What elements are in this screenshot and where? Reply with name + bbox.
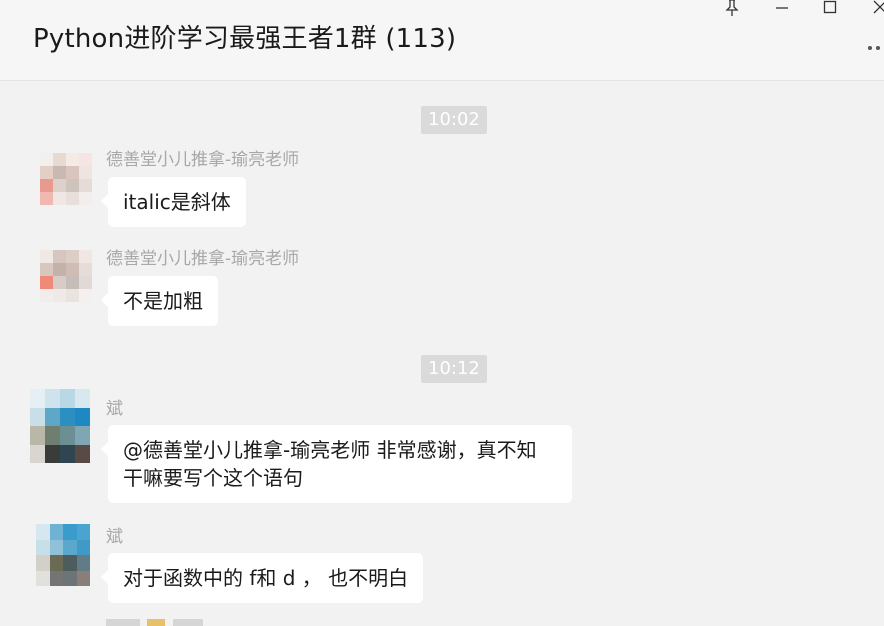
avatar[interactable]	[30, 389, 90, 463]
message-bubble[interactable]: @德善堂小儿推拿-瑜亮老师 非常感谢，真不知 干嘛要写个这个语句	[101, 425, 572, 503]
message-text: 不是加粗	[123, 289, 203, 313]
timestamp-badge: 10:12	[421, 355, 487, 383]
maximize-icon[interactable]	[818, 0, 842, 18]
message-bubble[interactable]: italic是斜体	[101, 177, 246, 227]
pin-icon[interactable]	[720, 0, 744, 18]
sender-name: 德善堂小儿推拿-瑜亮老师	[106, 150, 300, 170]
close-icon[interactable]	[868, 0, 884, 18]
sender-name: 斌	[106, 527, 123, 547]
timestamp-badge: 10:02	[421, 106, 487, 134]
message-bubble[interactable]: 对于函数中的 f和 d ， 也不明白	[100, 553, 424, 603]
message-text-line: @德善堂小儿推拿-瑜亮老师 非常感谢，真不知	[123, 438, 537, 462]
chat-window: Python进阶学习最强王者1群 (113) 10:02 德善堂小儿推拿-瑜亮老…	[0, 0, 884, 626]
avatar[interactable]	[40, 250, 92, 302]
title-bar: Python进阶学习最强王者1群 (113)	[0, 0, 884, 81]
chat-title: Python进阶学习最强王者1群 (113)	[33, 24, 457, 54]
cat-emoji-icon	[147, 619, 166, 626]
sender-name: 斌	[106, 399, 123, 419]
avatar[interactable]	[36, 524, 90, 586]
minimize-icon[interactable]	[770, 0, 794, 18]
message-text: italic是斜体	[123, 190, 231, 214]
next-sender-partial	[106, 619, 203, 626]
more-icon[interactable]	[864, 40, 884, 54]
message-text: 对于函数中的 f和 d ， 也不明白	[123, 566, 409, 590]
sender-name: 德善堂小儿推拿-瑜亮老师	[106, 249, 300, 269]
avatar[interactable]	[40, 153, 92, 205]
message-text-line: 干嘛要写个这个语句	[123, 466, 303, 490]
message-bubble[interactable]: 不是加粗	[101, 276, 218, 326]
